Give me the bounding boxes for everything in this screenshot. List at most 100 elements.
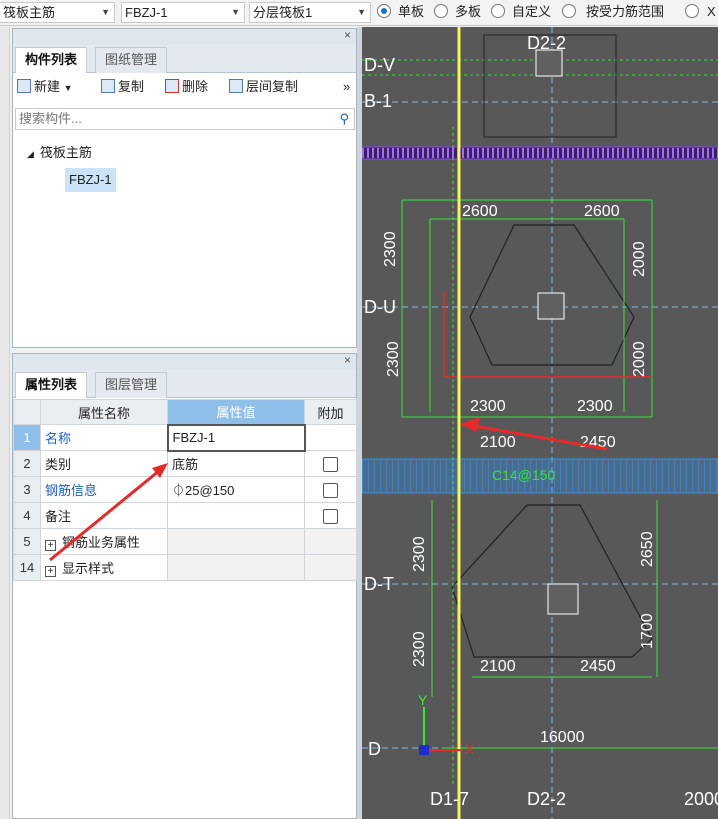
dimension-text: 2000 <box>631 241 648 277</box>
search-icon[interactable]: ⚲ <box>339 109 349 129</box>
property-name: 类别 <box>40 450 168 477</box>
dimension-text: 2100 <box>480 658 516 675</box>
radio-x[interactable] <box>685 4 699 18</box>
property-group[interactable]: + 钢筋业务属性 <box>40 528 168 555</box>
copy-button[interactable]: 复制 <box>101 77 144 99</box>
dimension-text: 2600 <box>584 203 620 220</box>
expand-icon[interactable]: + <box>45 566 56 577</box>
tab-component-list[interactable]: 构件列表 <box>15 47 88 73</box>
dimension-text: 2450 <box>580 658 616 675</box>
raft-layer-value: 分层筏板1 <box>253 5 313 20</box>
axis-label: D-T <box>364 574 394 594</box>
extra-checkbox[interactable] <box>323 482 338 498</box>
band-rebar-text: C14@150 <box>492 467 555 483</box>
component-type-combo[interactable]: 筏板主筋 ▼ <box>0 2 115 23</box>
axis-label: D2-2 <box>527 789 566 809</box>
cad-canvas[interactable]: 2600 2600 2300 2300 2000 2000 2300 2300 … <box>362 27 718 819</box>
table-row[interactable]: 4 备注 <box>13 502 357 529</box>
axis-label: B-1 <box>364 91 392 111</box>
dimension-text: 2300 <box>577 398 613 415</box>
header-name: 属性名称 <box>40 399 168 425</box>
dimension-text: 2000 <box>631 341 648 377</box>
row-number: 2 <box>13 450 41 477</box>
row-number: 14 <box>13 554 41 581</box>
ucs-x-label: X <box>465 741 475 757</box>
header-corner <box>13 399 41 425</box>
tree-child-node[interactable]: FBZJ-1 <box>65 168 116 192</box>
property-name: 名称 <box>40 424 168 451</box>
property-value-input[interactable]: FBZJ-1 <box>166 423 306 452</box>
extra-checkbox[interactable] <box>323 456 338 472</box>
property-group-label: 钢筋业务属性 <box>62 535 141 550</box>
tree-parent-label: 筏板主筋 <box>39 145 92 160</box>
raft-layer-combo[interactable]: 分层筏板1 ▼ <box>249 2 371 23</box>
dimension-text: 2650 <box>639 531 656 567</box>
panel-header: × <box>13 28 356 45</box>
dimension-text: 2300 <box>411 631 428 667</box>
search-input[interactable]: 搜索构件... ⚲ <box>15 108 355 130</box>
radio-custom[interactable] <box>491 4 505 18</box>
new-label: 新建 <box>34 79 61 94</box>
property-group-label: 显示样式 <box>62 561 115 576</box>
ucs-origin <box>419 745 429 755</box>
extra-cell <box>304 502 357 529</box>
property-value[interactable] <box>167 502 305 529</box>
header-value: 属性值 <box>167 399 305 425</box>
extra-cell <box>304 476 357 503</box>
row-number: 5 <box>13 528 41 555</box>
table-row[interactable]: 14 + 显示样式 <box>13 554 357 581</box>
delete-button[interactable]: 删除 <box>165 77 208 99</box>
radio-single-board[interactable] <box>377 4 391 18</box>
tree-parent-node[interactable]: ◢ 筏板主筋 <box>27 142 92 161</box>
dimension-text: 2300 <box>470 398 506 415</box>
extra-cell <box>304 528 357 555</box>
collapse-icon[interactable]: ◢ <box>27 149 34 159</box>
tab-property-list[interactable]: 属性列表 <box>15 372 88 398</box>
tab-layer-management[interactable]: 图层管理 <box>95 372 168 398</box>
radio-by-rebar-range[interactable] <box>562 4 576 18</box>
axis-label: D-U <box>364 297 396 317</box>
component-name-combo[interactable]: FBZJ-1 ▼ <box>121 2 245 23</box>
radio-multi-board[interactable] <box>434 4 448 18</box>
delete-label: 删除 <box>182 79 209 94</box>
dimension-text: 2300 <box>385 341 402 377</box>
axis-label: 2000 <box>684 789 718 809</box>
table-row[interactable]: 5 + 钢筋业务属性 <box>13 528 357 555</box>
extra-cell <box>304 424 357 451</box>
property-value <box>167 528 305 555</box>
axis-label: D-V <box>364 55 395 75</box>
table-row[interactable]: 1 名称 FBZJ-1 <box>13 423 357 452</box>
axis-label: D <box>368 739 381 759</box>
new-button[interactable]: 新建 ▼ <box>17 77 73 99</box>
close-icon[interactable]: × <box>344 28 351 42</box>
property-value[interactable]: ⏀25@150 <box>167 476 305 503</box>
column-square <box>537 292 565 320</box>
radio-multi-board-label: 多板 <box>455 4 482 19</box>
radio-x-label: X <box>707 4 716 19</box>
expand-icon[interactable]: + <box>45 540 56 551</box>
floor-copy-icon <box>229 79 243 93</box>
table-row[interactable]: 3 钢筋信息 ⏀25@150 <box>13 476 357 503</box>
floor-copy-button[interactable]: 层间复制 <box>229 77 298 99</box>
more-tools-button[interactable]: » <box>343 77 350 99</box>
cad-background <box>362 27 718 819</box>
property-group[interactable]: + 显示样式 <box>40 554 168 581</box>
radio-by-rebar-range-label: 按受力筋范围 <box>586 4 665 19</box>
component-list-panel: × 构件列表 图纸管理 新建 ▼ 复制 删除 层间复制 » 搜索构件... ⚲ … <box>12 28 357 348</box>
chevron-down-icon: ▼ <box>357 7 366 17</box>
close-icon[interactable]: × <box>344 353 351 367</box>
cad-drawing[interactable]: 2600 2600 2300 2300 2000 2000 2300 2300 … <box>362 27 718 819</box>
row-number: 4 <box>13 502 41 529</box>
tab-drawing-management[interactable]: 图纸管理 <box>95 47 168 73</box>
search-placeholder: 搜索构件... <box>19 111 82 126</box>
property-value[interactable]: 底筋 <box>167 450 305 477</box>
table-row[interactable]: 2 类别 底筋 <box>13 450 357 477</box>
left-dock-strip <box>0 27 10 819</box>
extra-checkbox[interactable] <box>323 508 338 524</box>
header-extra: 附加 <box>304 399 357 425</box>
component-type-value: 筏板主筋 <box>3 5 56 20</box>
dimension-text: 2300 <box>382 231 399 267</box>
property-name: 备注 <box>40 502 168 529</box>
chevron-down-icon: ▼ <box>231 7 240 17</box>
property-list-panel: × 属性列表 图层管理 属性名称 属性值 附加 1 名称 FBZJ-1 2 类别… <box>12 353 357 819</box>
